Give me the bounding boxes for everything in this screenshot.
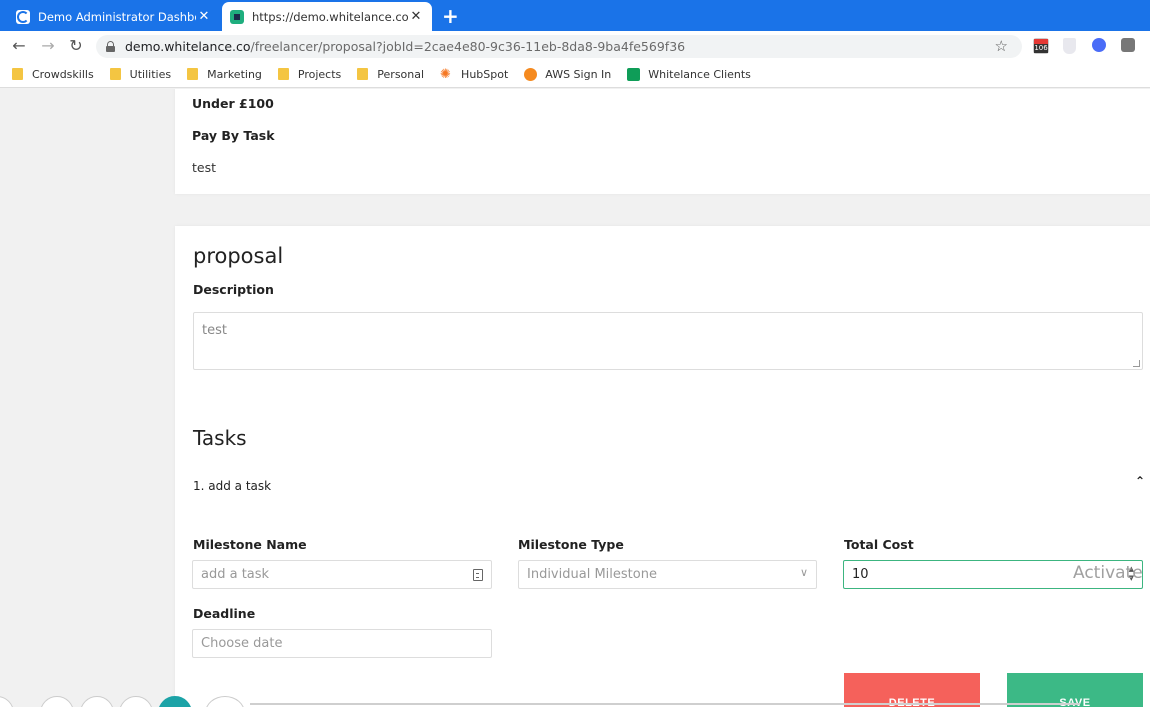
close-icon[interactable]: ✕: [196, 9, 212, 24]
lock-icon: [106, 41, 115, 52]
bookmark-personal[interactable]: Personal: [357, 68, 424, 81]
milestone-name-placeholder: add a task: [201, 567, 270, 582]
bookmark-crowdskills[interactable]: Crowdskills: [12, 68, 94, 81]
deadline-date-input[interactable]: Choose date: [192, 629, 492, 658]
job-pay-type: Pay By Task: [192, 128, 275, 143]
hubspot-icon: ✺: [440, 66, 451, 82]
gear-extension-icon[interactable]: [1092, 38, 1106, 52]
bookmark-label: Personal: [377, 67, 425, 81]
bookmark-aws-sign-in[interactable]: AWS Sign In: [524, 67, 612, 81]
chevron-down-icon: ∨: [799, 566, 808, 579]
bookmark-star-icon[interactable]: ☆: [995, 37, 1008, 55]
whitelance-favicon-icon: [230, 9, 244, 24]
folder-icon: [12, 68, 23, 80]
job-summary-card: Under £100 Pay By Task test: [175, 89, 1150, 194]
url-input[interactable]: demo.whitelance.co/freelancer/proposal?j…: [96, 35, 1022, 58]
job-budget: Under £100: [192, 96, 274, 111]
shield-extension-icon[interactable]: [1063, 38, 1076, 54]
activate-windows-watermark: Activate: [1073, 563, 1143, 583]
browser-tab-bar: Demo Administrator Dashboard ✕ https://d…: [0, 0, 1150, 31]
floating-button-icon[interactable]: [158, 696, 192, 707]
job-note: test: [192, 160, 217, 175]
deadline-label: Deadline: [193, 606, 256, 621]
resize-handle-icon[interactable]: [1133, 360, 1140, 367]
bookmark-label: Whitelance Clients: [648, 67, 751, 81]
folder-icon: [357, 68, 369, 80]
forward-arrow-icon[interactable]: →: [38, 36, 58, 56]
back-arrow-icon[interactable]: ←: [9, 36, 29, 56]
sheets-icon: [627, 67, 641, 81]
close-icon[interactable]: ✕: [408, 9, 424, 24]
total-cost-label: Total Cost: [844, 537, 914, 552]
chevron-up-icon[interactable]: ⌃: [1135, 474, 1145, 488]
bookmark-label: Marketing: [207, 67, 262, 81]
reload-icon[interactable]: ↻: [66, 36, 86, 56]
save-button[interactable]: SAVE: [1007, 673, 1143, 707]
address-bar: ← → ↻ demo.whitelance.co/freelancer/prop…: [0, 31, 1150, 61]
description-label: Description: [193, 282, 274, 297]
bookmark-label: Projects: [297, 67, 342, 81]
milestone-type-label: Milestone Type: [518, 537, 624, 552]
tasks-heading: Tasks: [193, 426, 247, 450]
milestone-type-value: Individual Milestone: [527, 567, 657, 582]
milestone-type-select[interactable]: Individual Milestone ∨: [518, 560, 817, 589]
tab-whitelance-proposal[interactable]: https://demo.whitelance.co/freel ✕: [222, 2, 432, 31]
bookmark-hubspot[interactable]: ✺ HubSpot: [440, 68, 508, 81]
bookmark-whitelance-clients[interactable]: Whitelance Clients: [627, 67, 751, 81]
bookmark-marketing[interactable]: Marketing: [187, 68, 262, 81]
floating-button-icon[interactable]: [80, 696, 114, 707]
floating-button-icon[interactable]: [0, 696, 14, 707]
description-value: test: [202, 323, 227, 338]
floating-button-icon[interactable]: [119, 696, 153, 707]
bookmark-label: Crowdskills: [32, 67, 94, 81]
bookmark-label: Utilities: [129, 67, 172, 81]
proposal-heading: proposal: [193, 244, 284, 268]
url-host: demo.whitelance.co: [125, 39, 251, 54]
crowdskills-favicon-icon: [16, 9, 30, 24]
floating-toolbar: [0, 690, 250, 707]
calendar-extension-icon[interactable]: 106: [1033, 38, 1049, 54]
aws-icon: [524, 67, 538, 81]
proposal-card: proposal Description test Tasks 1. add a…: [175, 226, 1150, 707]
bookmark-utilities[interactable]: Utilities: [109, 67, 172, 81]
milestone-name-input[interactable]: add a task: [192, 560, 492, 589]
floating-button-icon[interactable]: [40, 696, 74, 707]
bookmark-projects[interactable]: Projects: [277, 67, 342, 81]
puzzle-extension-icon[interactable]: [1121, 38, 1135, 52]
task-accordion-title[interactable]: 1. add a task: [193, 479, 271, 493]
folder-icon: [187, 68, 199, 80]
tab-title: https://demo.whitelance.co/freel: [252, 9, 408, 24]
milestone-name-label: Milestone Name: [193, 537, 307, 552]
url-path: /freelancer/proposal?jobId=2cae4e80-9c36…: [250, 39, 686, 54]
horizontal-scrollbar[interactable]: [250, 703, 1080, 705]
tab-admin-dashboard[interactable]: Demo Administrator Dashboard ✕: [8, 2, 220, 31]
delete-button[interactable]: DELETE: [844, 673, 980, 707]
document-icon: [473, 569, 483, 581]
deadline-placeholder: Choose date: [201, 636, 283, 651]
page-viewport: Under £100 Pay By Task test proposal Des…: [0, 89, 1150, 707]
bookmark-label: HubSpot: [461, 67, 509, 81]
floating-button-icon[interactable]: [205, 696, 245, 707]
new-tab-plus-icon[interactable]: +: [442, 4, 459, 28]
description-textarea[interactable]: test: [193, 312, 1143, 370]
tab-title: Demo Administrator Dashboard: [38, 9, 196, 24]
calendar-badge: 106: [1034, 44, 1048, 53]
folder-icon: [277, 68, 289, 80]
total-cost-value: 10: [852, 567, 869, 582]
bookmark-label: AWS Sign In: [545, 67, 612, 81]
folder-icon: [109, 68, 121, 80]
bookmarks-bar: Crowdskills Utilities Marketing Projects…: [0, 61, 1150, 88]
